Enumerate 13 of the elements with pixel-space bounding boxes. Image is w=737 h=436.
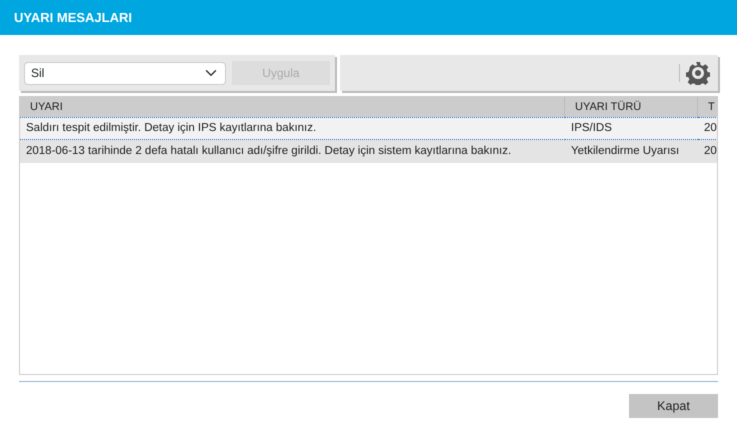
- window-title: UYARI MESAJLARI: [14, 8, 132, 27]
- column-header[interactable]: T: [698, 97, 717, 117]
- table-cell: Yetkilendirme Uyarısı: [565, 140, 698, 163]
- table-cell: IPS/IDS: [565, 117, 698, 140]
- table-cell: 2018-06-13 tarihinde 2 defa hatalı kullanıcı adı/şifre girildi. Detay için sistem kayıtlarına bakınız.: [20, 140, 565, 163]
- table-cell: Saldırı tespit edilmiştir. Detay için IPS kayıtlarına bakınız.: [20, 117, 565, 140]
- column-header[interactable]: UYARI TÜRÜ: [565, 97, 698, 117]
- column-header[interactable]: UYARI: [20, 97, 565, 117]
- settings-icon[interactable]: [686, 61, 710, 85]
- action-select[interactable]: Sil: [24, 62, 226, 84]
- table-cell: 20: [698, 117, 717, 140]
- table-cell: 20: [698, 140, 717, 163]
- close-button[interactable]: Kapat: [629, 394, 718, 418]
